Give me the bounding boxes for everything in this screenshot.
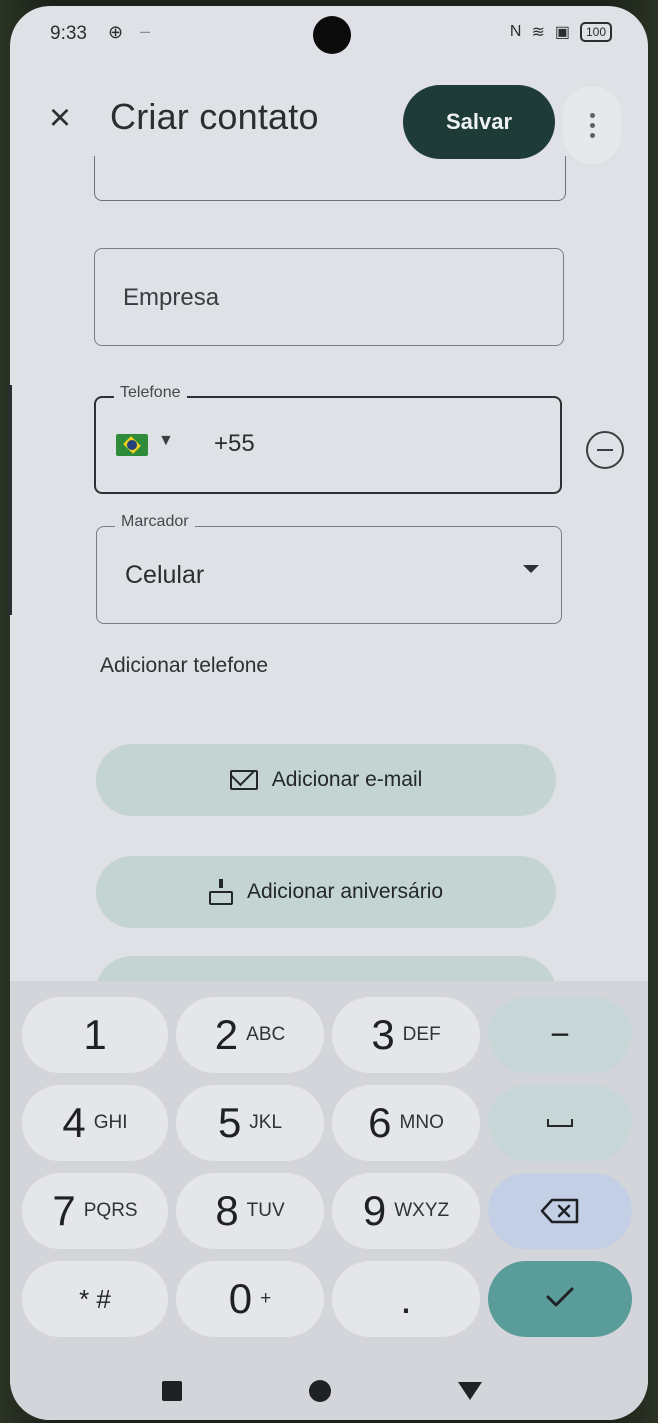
- key-minus[interactable]: −: [488, 997, 632, 1073]
- envelope-icon: [229, 770, 258, 790]
- key-1[interactable]: 1: [22, 997, 168, 1073]
- battery-icon: 100: [579, 22, 612, 42]
- phone-field-label: Telefone: [114, 384, 187, 402]
- flag-brazil-icon[interactable]: [116, 434, 148, 456]
- status-time: 9:33: [50, 23, 87, 44]
- screen: 9:33 ⊕ – N ≋ ▣ 100 × Criar contato Salva…: [10, 6, 648, 1420]
- close-button[interactable]: ×: [38, 96, 82, 140]
- close-icon: ×: [48, 96, 72, 139]
- key-5[interactable]: 5 JKL: [176, 1085, 324, 1161]
- add-birthday-button[interactable]: Adicionar aniversário: [96, 856, 556, 928]
- status-icons: N ≋ ▣ 100: [510, 22, 612, 42]
- recents-button[interactable]: [152, 1371, 192, 1411]
- key-period[interactable]: .: [332, 1261, 480, 1337]
- dropdown-arrow-icon: [523, 565, 539, 573]
- backspace-icon: [540, 1198, 580, 1224]
- navigation-bar: [10, 1356, 648, 1420]
- recents-icon: [162, 1381, 182, 1401]
- phone-type-label: Marcador: [115, 513, 195, 531]
- notification-dash-icon: –: [140, 21, 151, 41]
- scrollbar[interactable]: [8, 385, 12, 615]
- back-icon: [458, 1382, 482, 1400]
- numeric-keypad: 1 2 ABC 3 DEF − 4 GHI 5 JKL 6 MNO 7 PQRS 8 TUV …: [10, 981, 648, 1356]
- cake-icon: [208, 879, 233, 905]
- phone-field[interactable]: Telefone ▼ +55: [94, 384, 562, 494]
- key-4[interactable]: 4 GHI: [22, 1085, 168, 1161]
- key-6[interactable]: 6 MNO: [332, 1085, 480, 1161]
- previous-field[interactable]: [94, 156, 566, 201]
- check-icon: [545, 1286, 575, 1313]
- home-button[interactable]: [300, 1371, 340, 1411]
- add-birthday-label: Adicionar aniversário: [246, 880, 444, 903]
- country-dropdown-icon[interactable]: ▼: [158, 432, 174, 450]
- key-3[interactable]: 3 DEF: [332, 997, 480, 1073]
- key-8[interactable]: 8 TUV: [176, 1173, 324, 1249]
- remove-circle-icon: [597, 448, 613, 452]
- space-icon: [547, 1119, 573, 1127]
- add-phone-link[interactable]: Adicionar telefone: [100, 654, 268, 678]
- wifi-icon: ≋: [531, 24, 545, 41]
- key-2[interactable]: 2 ABC: [176, 997, 324, 1073]
- key-7[interactable]: 7 PQRS: [22, 1173, 168, 1249]
- phone-value: +55: [214, 430, 255, 457]
- front-camera: [313, 16, 351, 54]
- key-space[interactable]: [488, 1085, 632, 1161]
- add-email-label: Adicionar e-mail: [271, 768, 423, 791]
- key-star-hash[interactable]: * #: [22, 1261, 168, 1337]
- phone-type-value: Celular: [125, 561, 205, 589]
- home-icon: [309, 1380, 331, 1402]
- sim-icon: ▣: [554, 24, 570, 41]
- sync-icon: ⊕: [108, 22, 124, 42]
- key-backspace[interactable]: [488, 1173, 632, 1249]
- remove-phone-button[interactable]: [586, 431, 624, 469]
- add-email-button[interactable]: Adicionar e-mail: [96, 744, 556, 816]
- key-done[interactable]: [488, 1261, 632, 1337]
- nfc-icon: N: [509, 23, 522, 40]
- key-0[interactable]: 0 +: [176, 1261, 324, 1337]
- company-field[interactable]: Empresa: [94, 248, 564, 346]
- key-9[interactable]: 9 WXYZ: [332, 1173, 480, 1249]
- page-title: Criar contato: [110, 96, 319, 137]
- more-vert-icon: [589, 112, 595, 138]
- phone-type-dropdown[interactable]: Marcador Celular: [96, 513, 562, 624]
- save-button[interactable]: Salvar: [403, 85, 555, 159]
- more-options-button[interactable]: [563, 86, 621, 164]
- company-placeholder: Empresa: [123, 284, 220, 311]
- back-button[interactable]: [450, 1371, 490, 1411]
